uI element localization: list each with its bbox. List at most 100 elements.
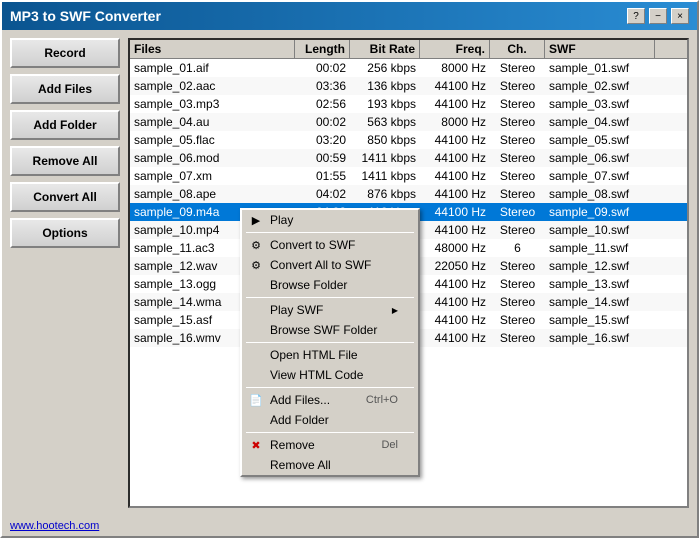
cell-freq: 44100 Hz <box>420 169 490 183</box>
content-area: Record Add Files Add Folder Remove All Conve… <box>2 30 697 516</box>
menu-item-convert-all-to-swf[interactable]: ⚙ Convert All to SWF <box>242 255 418 275</box>
cell-swf: sample_05.swf <box>545 133 655 147</box>
cell-ch: Stereo <box>490 295 545 309</box>
col-header-freq: Freq. <box>420 40 490 58</box>
cell-files: sample_02.aac <box>130 79 295 93</box>
cell-freq: 44100 Hz <box>420 205 490 219</box>
cell-ch: Stereo <box>490 151 545 165</box>
convert-all-to-swf-icon: ⚙ <box>248 257 264 273</box>
website-link[interactable]: www.hootech.com <box>10 520 99 532</box>
cell-freq: 44100 Hz <box>420 133 490 147</box>
cell-swf: sample_09.swf <box>545 205 655 219</box>
menu-item-play[interactable]: ▶Play <box>242 210 418 230</box>
remove-shortcut: Del <box>381 439 398 451</box>
cell-ch: Stereo <box>490 223 545 237</box>
cell-files: sample_04.au <box>130 115 295 129</box>
add-folder-label: Add Folder <box>270 413 329 427</box>
menu-item-remove[interactable]: ✖RemoveDel <box>242 435 418 455</box>
add-files-button[interactable]: Add Files <box>10 74 120 104</box>
remove-all-label: Remove All <box>270 458 331 472</box>
menu-item-view-html-code[interactable]: View HTML Code <box>242 365 418 385</box>
close-button[interactable]: × <box>671 8 689 24</box>
table-row[interactable]: sample_02.aac03:36136 kbps44100 HzStereo… <box>130 77 687 95</box>
table-row[interactable]: sample_01.aif00:02256 kbps8000 HzStereos… <box>130 59 687 77</box>
sidebar: Record Add Files Add Folder Remove All Conve… <box>10 38 120 508</box>
add-files-shortcut: Ctrl+O <box>366 394 398 406</box>
cell-freq: 22050 Hz <box>420 259 490 273</box>
cell-bitrate: 256 kbps <box>350 61 420 75</box>
cell-length: 03:20 <box>295 133 350 147</box>
record-button[interactable]: Record <box>10 38 120 68</box>
cell-swf: sample_02.swf <box>545 79 655 93</box>
remove-all-button[interactable]: Remove All <box>10 146 120 176</box>
options-button[interactable]: Options <box>10 218 120 248</box>
play-label: Play <box>270 213 293 227</box>
convert-all-button[interactable]: Convert All <box>10 182 120 212</box>
cell-freq: 44100 Hz <box>420 277 490 291</box>
menu-item-convert-to-swf[interactable]: ⚙ Convert to SWF <box>242 235 418 255</box>
browse-swf-folder-label: Browse SWF Folder <box>270 323 377 337</box>
context-menu: ▶Play ⚙ Convert to SWF ⚙ Convert All to SWF B… <box>240 208 420 477</box>
col-header-length: Length <box>295 40 350 58</box>
cell-swf: sample_08.swf <box>545 187 655 201</box>
cell-length: 00:02 <box>295 115 350 129</box>
cell-files: sample_03.mp3 <box>130 97 295 111</box>
minimize-button[interactable]: − <box>649 8 667 24</box>
separator4 <box>246 387 414 388</box>
table-row[interactable]: sample_06.mod00:591411 kbps44100 HzStere… <box>130 149 687 167</box>
table-row[interactable]: sample_03.mp302:56193 kbps44100 HzStereo… <box>130 95 687 113</box>
col-header-bitrate: Bit Rate <box>350 40 420 58</box>
cell-length: 04:02 <box>295 187 350 201</box>
cell-files: sample_01.aif <box>130 61 295 75</box>
add-files-icon: 📄 <box>248 392 264 408</box>
cell-ch: Stereo <box>490 115 545 129</box>
cell-freq: 44100 Hz <box>420 331 490 345</box>
play-swf-label: Play SWF <box>270 303 323 317</box>
cell-freq: 44100 Hz <box>420 79 490 93</box>
cell-swf: sample_16.swf <box>545 331 655 345</box>
convert-to-swf-label: Convert to SWF <box>270 238 355 252</box>
cell-bitrate: 193 kbps <box>350 97 420 111</box>
title-bar-controls: ? − × <box>627 8 689 24</box>
cell-files: sample_08.ape <box>130 187 295 201</box>
menu-item-remove-all[interactable]: Remove All <box>242 455 418 475</box>
cell-swf: sample_06.swf <box>545 151 655 165</box>
menu-item-browse-folder[interactable]: Browse Folder <box>242 275 418 295</box>
cell-bitrate: 1411 kbps <box>350 151 420 165</box>
cell-freq: 8000 Hz <box>420 61 490 75</box>
browse-folder-label: Browse Folder <box>270 278 347 292</box>
cell-bitrate: 1411 kbps <box>350 169 420 183</box>
help-button[interactable]: ? <box>627 8 645 24</box>
menu-item-play-swf[interactable]: Play SWF <box>242 300 418 320</box>
menu-item-browse-swf-folder[interactable]: Browse SWF Folder <box>242 320 418 340</box>
add-folder-button[interactable]: Add Folder <box>10 110 120 140</box>
table-row[interactable]: sample_04.au00:02563 kbps8000 HzStereosa… <box>130 113 687 131</box>
cell-swf: sample_07.swf <box>545 169 655 183</box>
cell-bitrate: 876 kbps <box>350 187 420 201</box>
menu-item-add-folder[interactable]: Add Folder <box>242 410 418 430</box>
cell-length: 02:56 <box>295 97 350 111</box>
footer[interactable]: www.hootech.com <box>2 516 697 536</box>
cell-swf: sample_01.swf <box>545 61 655 75</box>
table-row[interactable]: sample_05.flac03:20850 kbps44100 HzStere… <box>130 131 687 149</box>
cell-freq: 44100 Hz <box>420 187 490 201</box>
table-row[interactable]: sample_07.xm01:551411 kbps44100 HzStereo… <box>130 167 687 185</box>
cell-freq: 44100 Hz <box>420 313 490 327</box>
window-title: MP3 to SWF Converter <box>10 8 161 24</box>
convert-to-swf-icon: ⚙ <box>248 237 264 253</box>
separator5 <box>246 432 414 433</box>
table-row[interactable]: sample_08.ape04:02876 kbps44100 HzStereo… <box>130 185 687 203</box>
convert-all-to-swf-label: Convert All to SWF <box>270 258 371 272</box>
cell-freq: 44100 Hz <box>420 97 490 111</box>
menu-item-open-html[interactable]: Open HTML File <box>242 345 418 365</box>
cell-length: 01:55 <box>295 169 350 183</box>
menu-item-add-files[interactable]: 📄Add Files...Ctrl+O <box>242 390 418 410</box>
main-window: MP3 to SWF Converter ? − × Record Add Fil… <box>0 0 699 538</box>
remove-icon: ✖ <box>248 437 264 453</box>
cell-ch: Stereo <box>490 97 545 111</box>
cell-ch: Stereo <box>490 331 545 345</box>
col-header-files: Files <box>130 40 295 58</box>
cell-ch: Stereo <box>490 79 545 93</box>
cell-files: sample_07.xm <box>130 169 295 183</box>
cell-swf: sample_04.swf <box>545 115 655 129</box>
